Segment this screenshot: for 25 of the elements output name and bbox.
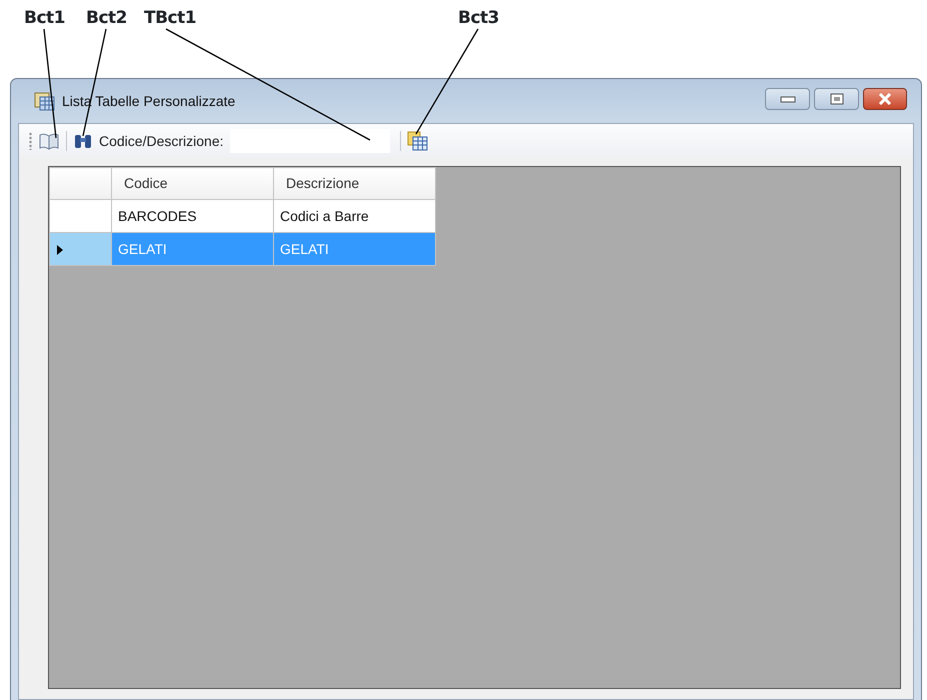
maximize-button[interactable]: [814, 88, 859, 110]
search-field[interactable]: [230, 129, 390, 153]
maximize-icon: [830, 93, 844, 105]
callout-label: Bct1: [24, 7, 65, 30]
minimize-icon: [780, 95, 796, 103]
field-label: Codice/Descrizione:: [99, 132, 224, 150]
column-header[interactable]: Descrizione: [274, 168, 436, 200]
book-icon: [38, 130, 60, 151]
callout-label: TBct1: [144, 7, 196, 30]
column-header[interactable]: Codice: [112, 168, 274, 200]
table-icon: [406, 130, 428, 151]
minimize-button[interactable]: [765, 88, 810, 110]
close-icon: [877, 93, 893, 105]
callout-label: Bct2: [86, 7, 127, 30]
close-button[interactable]: [863, 88, 907, 110]
table-cell: GELATI: [112, 232, 274, 266]
table-button[interactable]: [406, 129, 428, 153]
table-cell: Codici a Barre: [274, 200, 436, 232]
callout-label: Bct3: [458, 7, 499, 30]
corner-header: [50, 168, 112, 200]
table-icon: [34, 91, 56, 111]
table-cell: GELATI: [274, 232, 436, 266]
table-cell: BARCODES: [112, 200, 274, 232]
toolbar-grip: [29, 132, 32, 150]
current-row-icon: [56, 244, 64, 256]
